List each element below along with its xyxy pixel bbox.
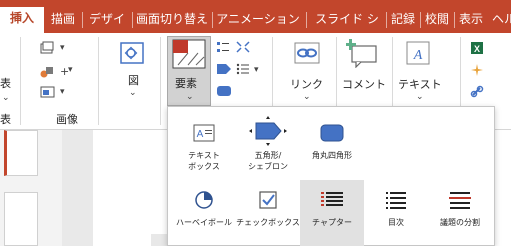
- picture-button[interactable]: 図 ⌄: [112, 36, 154, 102]
- textbox-icon: A: [172, 121, 236, 147]
- link-icon: [294, 42, 320, 64]
- dropdown-item-textbox[interactable]: A テキスト ボックス: [172, 113, 236, 179]
- toc-icon: [364, 188, 428, 214]
- chain-icon[interactable]: [470, 85, 484, 99]
- chapter-icon: [300, 188, 364, 214]
- pentagon-icon: [236, 115, 300, 147]
- slide-thumbnail-pane[interactable]: [0, 130, 62, 246]
- chevron-down-icon: ⌄: [186, 92, 194, 102]
- text-button-label: テキスト: [398, 78, 442, 91]
- dropdown-item-rounded-rect[interactable]: 角丸四角形: [300, 113, 364, 179]
- dropdown-item-label: テキスト ボックス: [188, 151, 220, 171]
- sparkle-icon[interactable]: [470, 63, 484, 77]
- elements-icon: [172, 39, 206, 69]
- images-group-label: 画像: [56, 113, 78, 126]
- text-button[interactable]: A テキスト ⌄: [396, 36, 442, 102]
- chevron-down-icon: ⌄: [303, 92, 311, 102]
- chevron-down-icon[interactable]: ⌄: [2, 93, 10, 103]
- tab-separator: [82, 12, 83, 28]
- tab-review[interactable]: 校閲: [422, 8, 452, 33]
- dropdown-arrow-icon[interactable]: ▾: [254, 65, 259, 75]
- ribbon-tab-bar: 挿入 描画 デザイン 画面切り替え アニメーション スライド ショー 記録 校閲…: [0, 0, 511, 49]
- tab-separator: [132, 12, 133, 28]
- svg-text:X: X: [474, 44, 480, 54]
- dropdown-item-label: チェックボックス: [236, 218, 300, 227]
- tag-shape-icon[interactable]: [216, 63, 232, 75]
- picture-icon: [120, 42, 144, 64]
- tab-design[interactable]: デザイン: [84, 8, 130, 49]
- elements-dropdown: A テキスト ボックス 五角形/ シェブロン 角丸四角形 ハーベイボール チェッ…: [167, 106, 495, 246]
- images-icon[interactable]: [40, 41, 54, 55]
- link-button-label: リンク: [290, 78, 323, 91]
- svg-text:A: A: [197, 129, 204, 140]
- tab-separator: [454, 12, 455, 28]
- dropdown-item-toc[interactable]: 目次: [364, 180, 428, 246]
- picture-button-label: 図: [128, 74, 139, 87]
- list-icon[interactable]: [216, 41, 230, 53]
- tab-draw[interactable]: 描画: [46, 8, 80, 33]
- screenshot-icon[interactable]: [40, 85, 56, 99]
- tab-slideshow[interactable]: スライド ショー: [310, 8, 384, 49]
- dropdown-item-label: ハーベイボール: [176, 218, 232, 227]
- table-label-fragment[interactable]: 表: [0, 75, 11, 91]
- tab-separator: [386, 12, 387, 28]
- slide-thumbnail[interactable]: [4, 192, 38, 246]
- elements-button[interactable]: 要素 ⌄: [167, 36, 211, 106]
- dropdown-item-label: 五角形/ シェブロン: [248, 151, 288, 171]
- dropdown-item-checkbox[interactable]: チェックボックス: [236, 180, 300, 246]
- bullets-icon[interactable]: [236, 63, 250, 75]
- group-separator: [98, 37, 99, 125]
- comment-button[interactable]: コメント: [340, 36, 390, 102]
- tab-view[interactable]: 表示: [456, 8, 486, 33]
- rounded-rect-small-icon[interactable]: [216, 85, 232, 97]
- tab-insert[interactable]: 挿入: [0, 7, 44, 33]
- tab-help[interactable]: ヘルプ: [490, 8, 511, 33]
- tab-transitions[interactable]: 画面切り替え: [134, 8, 210, 33]
- group-separator: [160, 37, 161, 125]
- dropdown-item-harvey-ball[interactable]: ハーベイボール: [172, 180, 236, 246]
- link-button[interactable]: リンク ⌄: [282, 36, 332, 102]
- checkbox-icon: [236, 188, 300, 214]
- comment-icon: [346, 39, 377, 68]
- dropdown-item-pentagon[interactable]: 五角形/ シェブロン: [236, 113, 300, 179]
- chevron-down-icon: ⌄: [416, 92, 424, 102]
- tab-separator: [212, 12, 213, 28]
- tab-separator: [306, 12, 307, 28]
- dropdown-item-label: 議題の分割: [440, 218, 480, 227]
- tab-separator: [420, 12, 421, 28]
- tab-record[interactable]: 記録: [388, 8, 418, 33]
- rounded-rect-icon: [300, 121, 364, 147]
- tab-animations[interactable]: アニメーション: [214, 8, 302, 33]
- dropdown-arrow-icon[interactable]: ▾: [60, 43, 65, 53]
- elements-button-label: 要素: [175, 77, 197, 90]
- slide-thumbnail[interactable]: [4, 130, 38, 176]
- resize-icon[interactable]: [236, 41, 250, 53]
- dropdown-item-label: 目次: [388, 218, 404, 227]
- shapes-icon[interactable]: [40, 65, 56, 79]
- table-group-label-fragment: 表: [0, 113, 11, 126]
- dropdown-item-label: チャプター: [312, 218, 352, 227]
- dropdown-item-chapter[interactable]: チャプター: [300, 180, 364, 246]
- dropdown-arrow-icon[interactable]: ▾: [60, 87, 65, 97]
- comment-button-label: コメント: [342, 78, 386, 91]
- harvey-ball-icon: [172, 188, 236, 214]
- text-icon: A: [406, 41, 430, 65]
- svg-text:A: A: [413, 48, 423, 63]
- group-separator: [20, 37, 21, 125]
- agenda-split-icon: [428, 188, 492, 214]
- dropdown-arrow-icon[interactable]: ▾: [68, 65, 73, 75]
- chevron-down-icon: ⌄: [129, 88, 137, 98]
- excel-icon[interactable]: X: [470, 41, 484, 55]
- dropdown-item-label: 角丸四角形: [312, 151, 352, 160]
- dropdown-item-agenda-split[interactable]: 議題の分割: [428, 180, 492, 246]
